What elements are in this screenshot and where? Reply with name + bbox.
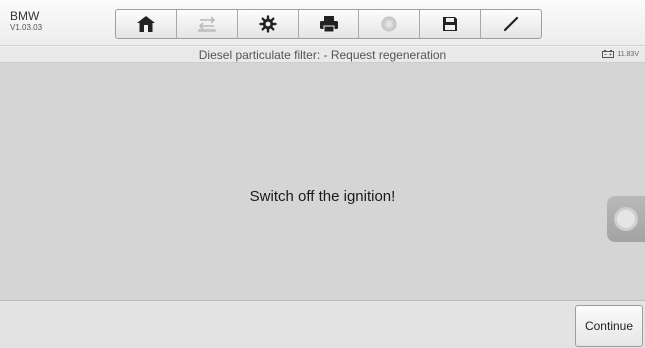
pen-icon <box>503 16 519 32</box>
software-version: V1.03.03 <box>10 23 43 32</box>
vehicle-swap-icon <box>197 16 216 32</box>
home-button[interactable] <box>116 10 177 38</box>
edit-button[interactable] <box>481 10 541 38</box>
brand-name: BMW <box>10 9 40 23</box>
top-bar: BMW V1.03.03 <box>0 0 645 46</box>
home-icon <box>136 16 155 32</box>
save-button[interactable] <box>420 10 482 38</box>
printer-icon <box>319 16 338 33</box>
settings-button[interactable] <box>238 10 299 38</box>
print-button[interactable] <box>299 10 360 38</box>
function-title: Diesel particulate filter: - Request reg… <box>198 48 447 62</box>
save-icon <box>443 17 458 31</box>
circle-icon <box>614 207 638 231</box>
battery-icon <box>602 50 615 58</box>
help-icon <box>381 16 397 32</box>
floating-assist-button[interactable] <box>607 196 645 242</box>
bottom-bar <box>0 301 645 348</box>
brand-block: BMW V1.03.03 <box>10 10 42 32</box>
continue-button[interactable]: Continue <box>575 305 643 347</box>
function-titlebar: Diesel particulate filter: - Request reg… <box>0 47 645 63</box>
message-panel: Switch off the ignition! <box>0 63 645 301</box>
help-button[interactable] <box>359 10 421 38</box>
instruction-message: Switch off the ignition! <box>249 188 396 205</box>
vehicle-swap-button[interactable] <box>177 10 238 38</box>
battery-voltage: 11.83V <box>617 50 639 58</box>
battery-status: 11.83V <box>602 50 639 58</box>
gear-icon <box>258 15 277 33</box>
toolbar <box>115 9 542 39</box>
